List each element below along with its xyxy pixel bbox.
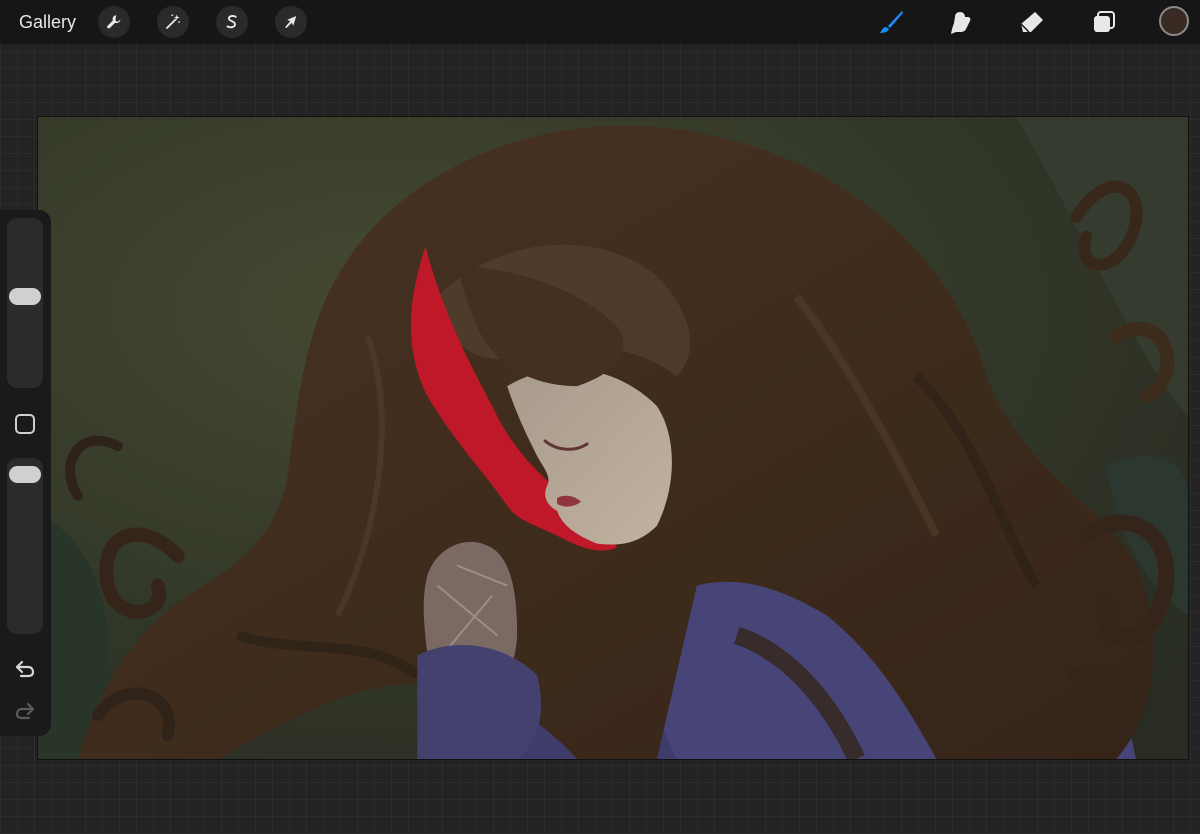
brush-size-thumb[interactable] [9,288,41,305]
opacity-thumb[interactable] [9,466,41,483]
eraser-icon [1020,12,1043,33]
color-picker-button[interactable] [1159,6,1189,36]
brush-icon [880,11,903,33]
wrench-icon [107,15,121,29]
opacity-slider[interactable] [7,458,43,634]
eraser-tool-button[interactable] [1016,6,1048,38]
brush-size-slider[interactable] [7,218,43,388]
smudge-finger-icon [951,12,971,34]
modify-square-icon[interactable] [15,414,35,434]
procreate-app: Gallery [0,0,1200,834]
gallery-button[interactable]: Gallery [19,11,76,33]
actions-button[interactable] [98,6,130,38]
layers-button[interactable] [1088,6,1120,38]
adjustments-button[interactable] [157,6,189,38]
magic-wand-icon [166,14,180,29]
selection-s-icon [226,15,237,29]
selection-button[interactable] [216,6,248,38]
smudge-tool-button[interactable] [944,6,976,38]
brush-tool-button[interactable] [875,6,907,38]
drawing-canvas[interactable] [37,116,1189,760]
undo-arrow-icon[interactable] [13,657,37,681]
artwork [38,117,1188,759]
arrow-cursor-icon [285,16,297,28]
layers-icon [1094,11,1115,32]
redo-arrow-icon[interactable] [13,699,37,723]
left-sidebar [0,210,51,736]
top-toolbar: Gallery [0,0,1200,44]
transform-button[interactable] [275,6,307,38]
